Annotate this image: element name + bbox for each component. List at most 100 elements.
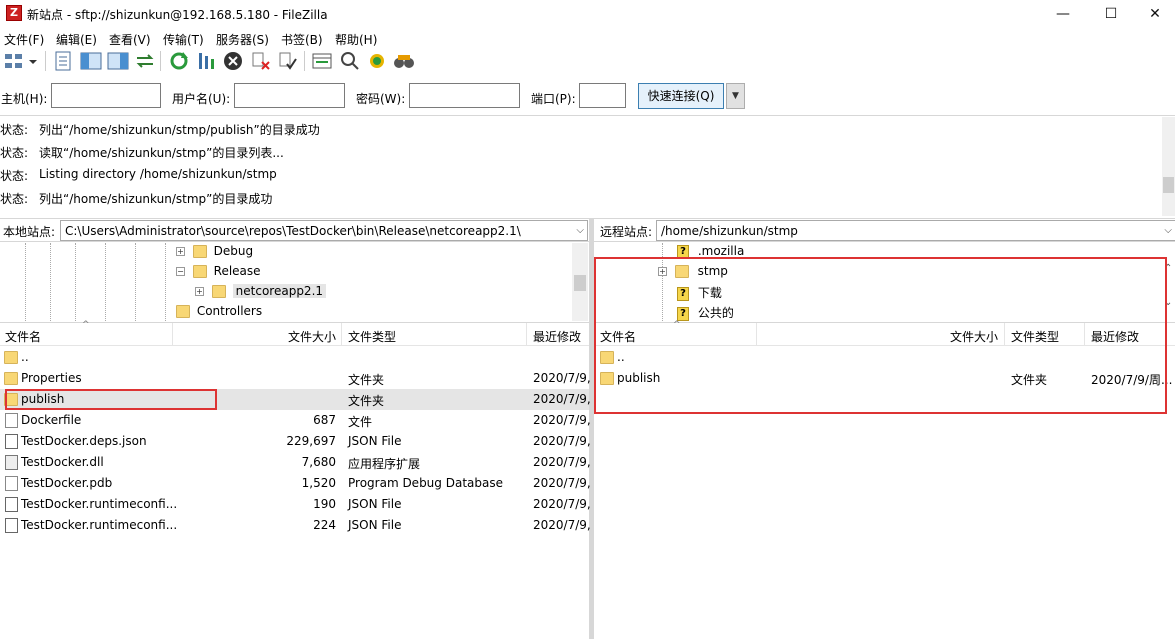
toolbar-separator bbox=[304, 51, 305, 71]
table-row[interactable]: TestDocker.runtimeconfi... 224 JSON File… bbox=[0, 515, 591, 536]
menu-transfer[interactable]: 传输(T) bbox=[163, 31, 204, 48]
window-title: 新站点 - sftp://shizunkun@192.168.5.180 - F… bbox=[27, 8, 328, 22]
toggle-remote-tree-icon[interactable] bbox=[107, 50, 129, 72]
log-scrollbar[interactable] bbox=[1162, 117, 1175, 216]
expand-icon[interactable]: + bbox=[195, 287, 204, 296]
toggle-queue-icon[interactable] bbox=[134, 50, 156, 72]
menu-help[interactable]: 帮助(H) bbox=[335, 31, 377, 48]
local-tree-scrollbar-thumb[interactable] bbox=[574, 275, 586, 291]
json-file-icon bbox=[5, 518, 18, 533]
tree-item-netcoreapp[interactable]: + netcoreapp2.1 bbox=[195, 284, 327, 304]
toggle-local-tree-icon[interactable] bbox=[80, 50, 102, 72]
menu-view[interactable]: 查看(V) bbox=[109, 31, 151, 48]
table-row[interactable]: .. bbox=[0, 347, 589, 368]
tree-item-label: netcoreapp2.1 bbox=[232, 284, 327, 298]
folder-icon bbox=[192, 265, 207, 278]
title-bar: Z 新站点 - sftp://shizunkun@192.168.5.180 -… bbox=[0, 0, 1175, 28]
toolbar-separator bbox=[45, 51, 46, 71]
tree-item-label: Release bbox=[213, 264, 261, 278]
menu-bookmarks[interactable]: 书签(B) bbox=[281, 31, 323, 48]
table-row[interactable]: TestDocker.pdb 1,520 Program Debug Datab… bbox=[0, 473, 591, 494]
sync-browse-icon[interactable] bbox=[366, 50, 388, 72]
collapse-icon[interactable]: − bbox=[176, 267, 185, 276]
local-tree-scrollbar[interactable] bbox=[572, 243, 588, 321]
search-icon[interactable] bbox=[339, 50, 361, 72]
reconnect-icon[interactable] bbox=[277, 50, 299, 72]
folder-icon bbox=[176, 305, 190, 318]
close-button[interactable]: ✕ bbox=[1132, 0, 1175, 28]
folder-icon bbox=[4, 372, 18, 385]
disconnect-icon[interactable] bbox=[250, 50, 272, 72]
file-icon bbox=[5, 413, 18, 428]
col-filename[interactable]: 文件名 bbox=[5, 328, 41, 345]
col-modified[interactable]: 最近修改 bbox=[533, 328, 581, 345]
find-files-icon[interactable] bbox=[393, 50, 415, 72]
menu-file[interactable]: 文件(F) bbox=[4, 31, 44, 48]
local-site-label: 本地站点: bbox=[3, 225, 56, 239]
col-filesize[interactable]: 文件大小 bbox=[288, 328, 336, 345]
remote-site-bar: 远程站点: /home/shizunkun/stmp ⌵ bbox=[594, 218, 1175, 242]
tree-item-release[interactable]: − Release bbox=[176, 264, 261, 284]
col-filetype[interactable]: 文件类型 bbox=[348, 328, 396, 345]
filezilla-app-icon: Z bbox=[6, 5, 22, 21]
local-site-bar: 本地站点: C:\Users\Administrator\source\repo… bbox=[0, 218, 589, 242]
remote-site-label: 远程站点: bbox=[600, 225, 653, 239]
tree-item-label: Controllers bbox=[196, 304, 263, 318]
dropdown-arrow-icon[interactable] bbox=[26, 50, 40, 72]
menu-edit[interactable]: 编辑(E) bbox=[56, 31, 97, 48]
dll-file-icon bbox=[5, 455, 18, 470]
quickconnect-bar: 主机(H): 用户名(U): 密码(W): 端口(P): 快速连接(Q) ▼ bbox=[0, 78, 1175, 116]
table-row[interactable]: TestDocker.dll 7,680 应用程序扩展 2020/7/9, bbox=[0, 452, 591, 473]
local-directory-tree: + Debug − Release + netcoreapp2.1 Contro… bbox=[0, 243, 589, 321]
port-input[interactable] bbox=[579, 83, 626, 108]
port-label: 端口(P): bbox=[531, 92, 576, 106]
table-row[interactable]: Properties 文件夹 2020/7/9, bbox=[0, 368, 591, 389]
tree-item-label: .mozilla bbox=[697, 244, 745, 258]
highlight-box-remote-pane bbox=[594, 257, 1167, 414]
maximize-button[interactable]: ☐ bbox=[1088, 0, 1134, 28]
chevron-down-icon[interactable]: ⌵ bbox=[576, 225, 584, 236]
menu-server[interactable]: 服务器(S) bbox=[216, 31, 269, 48]
password-label: 密码(W): bbox=[356, 92, 406, 106]
toggle-log-icon[interactable] bbox=[53, 50, 75, 72]
json-file-icon bbox=[5, 497, 18, 512]
cancel-icon[interactable] bbox=[222, 50, 244, 72]
folder-icon bbox=[4, 351, 18, 364]
remote-path-text: /home/shizunkun/stmp bbox=[661, 224, 798, 238]
password-input[interactable] bbox=[409, 83, 520, 108]
username-input[interactable] bbox=[234, 83, 345, 108]
sort-asc-icon: ^ bbox=[82, 320, 90, 330]
host-label: 主机(H): bbox=[1, 92, 48, 106]
refresh-icon[interactable] bbox=[168, 50, 190, 72]
remote-path-input[interactable]: /home/shizunkun/stmp ⌵ bbox=[656, 220, 1175, 241]
toolbar bbox=[0, 48, 1175, 76]
highlight-box-local-publish bbox=[5, 389, 217, 410]
site-manager-icon[interactable] bbox=[3, 50, 25, 72]
log-scrollbar-thumb[interactable] bbox=[1163, 177, 1174, 193]
message-log: 状态: 列出“/home/shizunkun/stmp/publish”的目录成功… bbox=[0, 117, 1175, 216]
json-file-icon bbox=[5, 434, 18, 449]
tree-item-debug[interactable]: + Debug bbox=[176, 244, 253, 264]
username-label: 用户名(U): bbox=[172, 92, 231, 106]
tree-item-controllers[interactable]: Controllers bbox=[176, 304, 262, 321]
table-row[interactable]: TestDocker.runtimeconfi... 190 JSON File… bbox=[0, 494, 591, 515]
quickconnect-history-dropdown[interactable]: ▼ bbox=[726, 83, 745, 109]
filter-icon[interactable] bbox=[311, 50, 333, 72]
file-icon bbox=[5, 476, 18, 491]
folder-icon bbox=[192, 245, 207, 258]
table-row[interactable]: Dockerfile 687 文件 2020/7/9, bbox=[0, 410, 591, 431]
local-path-input[interactable]: C:\Users\Administrator\source\repos\Test… bbox=[60, 220, 588, 241]
minimize-button[interactable]: — bbox=[1040, 0, 1086, 28]
host-input[interactable] bbox=[51, 83, 161, 108]
toolbar-separator bbox=[160, 51, 161, 71]
quickconnect-button[interactable]: 快速连接(Q) bbox=[638, 83, 724, 109]
local-file-list-header: ^ 文件名 文件大小 文件类型 最近修改 bbox=[0, 320, 589, 346]
menu-bar: 文件(F) 编辑(E) 查看(V) 传输(T) 服务器(S) 书签(B) 帮助(… bbox=[0, 28, 1175, 48]
local-path-text: C:\Users\Administrator\source\repos\Test… bbox=[65, 224, 521, 238]
process-queue-icon[interactable] bbox=[195, 50, 217, 72]
folder-icon bbox=[211, 285, 226, 298]
chevron-down-icon[interactable]: ⌵ bbox=[1164, 225, 1172, 236]
expand-icon[interactable]: + bbox=[176, 247, 185, 256]
table-row[interactable]: TestDocker.deps.json 229,697 JSON File 2… bbox=[0, 431, 591, 452]
tree-item-label: Debug bbox=[213, 244, 254, 258]
